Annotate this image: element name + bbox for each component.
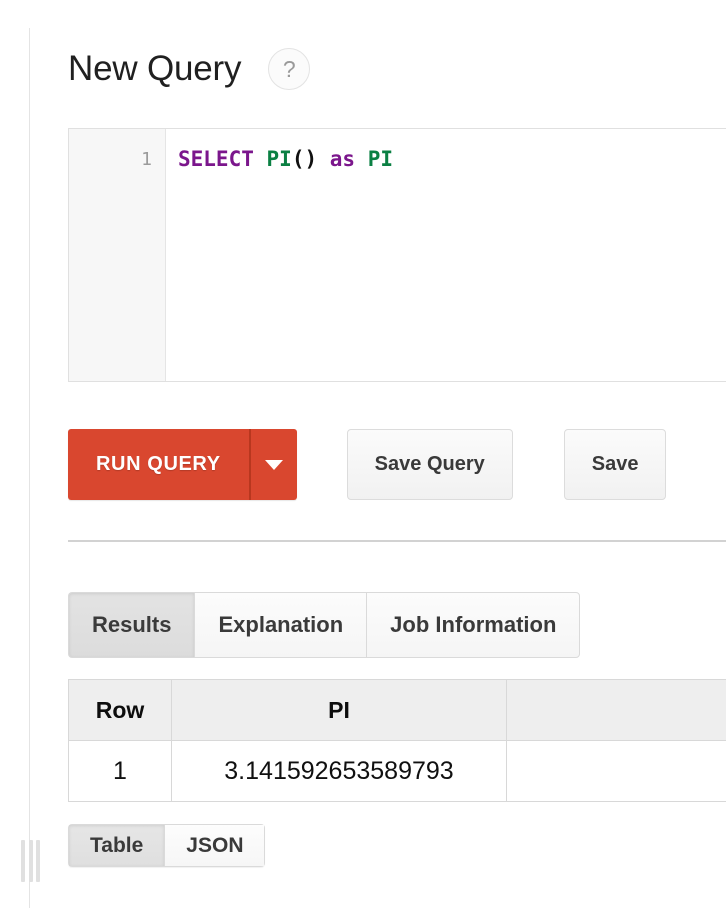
column-header-pi[interactable]: PI xyxy=(171,679,507,741)
left-splitter-rail xyxy=(0,0,40,908)
sql-token-identifier: PI xyxy=(367,147,394,171)
format-json-button[interactable]: JSON xyxy=(164,824,266,867)
run-query-dropdown-button[interactable] xyxy=(248,429,297,500)
column-header-empty xyxy=(506,679,726,741)
run-query-button[interactable]: RUN QUERY xyxy=(68,429,249,500)
editor-gutter: 1 xyxy=(69,129,166,381)
sql-token-space xyxy=(254,147,267,171)
action-button-row: RUN QUERY Save Query Save xyxy=(68,429,667,500)
page-title: New Query xyxy=(68,49,242,88)
drag-handle-bar xyxy=(21,840,25,882)
help-button[interactable]: ? xyxy=(268,48,311,90)
main-content: New Query ? 1 SELECT PI() as PI RUN QUER… xyxy=(30,0,726,908)
result-format-toggle: Table JSON xyxy=(68,824,266,867)
sql-token-punctuation: () xyxy=(291,147,318,171)
save-truncated-button[interactable]: Save xyxy=(563,429,667,500)
run-query-split-button: RUN QUERY xyxy=(68,429,297,500)
cell-empty xyxy=(506,740,726,802)
chevron-down-icon xyxy=(264,459,283,470)
sql-token-space xyxy=(355,147,368,171)
results-table-head: Row PI xyxy=(68,679,726,741)
save-query-button[interactable]: Save Query xyxy=(346,429,513,500)
tab-job-information[interactable]: Job Information xyxy=(366,592,581,658)
cell-row-number: 1 xyxy=(68,740,172,802)
results-table: Row PI 1 3.141592653589793 xyxy=(68,679,726,802)
section-divider xyxy=(68,540,726,542)
results-table-body: 1 3.141592653589793 xyxy=(68,740,726,802)
sql-token-space xyxy=(317,147,330,171)
results-tab-bar: Results Explanation Job Information xyxy=(68,592,581,658)
table-row: 1 3.141592653589793 xyxy=(68,740,726,802)
table-header-row: Row PI xyxy=(68,679,726,741)
column-header-row[interactable]: Row xyxy=(68,679,172,741)
cell-pi-value: 3.141592653589793 xyxy=(171,740,507,802)
format-table-button[interactable]: Table xyxy=(68,824,165,867)
sql-editor[interactable]: 1 SELECT PI() as PI xyxy=(68,128,726,382)
editor-code-area[interactable]: SELECT PI() as PI xyxy=(166,129,726,381)
tab-explanation[interactable]: Explanation xyxy=(194,592,367,658)
query-editor-page: New Query ? 1 SELECT PI() as PI RUN QUER… xyxy=(0,0,726,908)
question-mark-icon: ? xyxy=(282,55,296,82)
sql-token-keyword: as xyxy=(329,147,356,171)
page-header: New Query ? xyxy=(68,48,311,90)
tab-results[interactable]: Results xyxy=(68,592,195,658)
sql-token-function: PI xyxy=(266,147,292,171)
line-number: 1 xyxy=(141,149,152,170)
sql-token-keyword: SELECT xyxy=(178,147,254,171)
